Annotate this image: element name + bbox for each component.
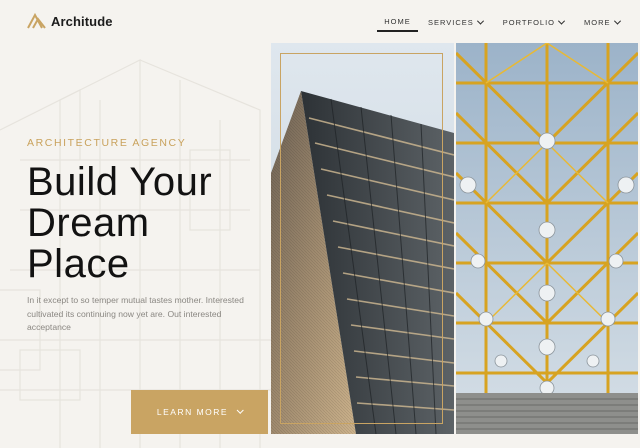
nav-item-label: SERVICES <box>428 17 474 27</box>
headline-line: Place <box>27 242 130 286</box>
nav-item-services[interactable]: SERVICES <box>428 12 484 32</box>
skyscraper-illustration <box>271 43 454 434</box>
site-header: Architude HOME SERVICES PORTFOLIO MORE <box>0 0 640 42</box>
nav-item-label: HOME <box>384 16 411 26</box>
hero-eyebrow: ARCHITECTURE AGENCY <box>27 137 187 149</box>
nav-item-more[interactable]: MORE <box>584 12 621 32</box>
brand-logo[interactable]: Architude <box>27 13 113 29</box>
hero-description: In it except to so temper mutual tastes … <box>27 295 244 333</box>
triangle-stripes-logo-icon <box>27 13 46 29</box>
chevron-down-icon <box>476 17 484 25</box>
headline-line: Build Your <box>27 160 213 204</box>
hero-headline: Build Your Dream Place <box>27 162 267 285</box>
headline-line: Dream <box>27 201 150 245</box>
nav-item-home[interactable]: HOME <box>377 12 418 32</box>
learn-more-button[interactable]: LEARN MORE <box>131 390 268 434</box>
yellow-steel-structure-photo <box>456 43 638 434</box>
steel-structure-illustration <box>456 43 638 434</box>
main-nav: HOME SERVICES PORTFOLIO MORE <box>377 12 621 34</box>
chevron-down-icon <box>236 406 244 414</box>
nav-item-label: PORTFOLIO <box>502 17 555 27</box>
learn-more-label: LEARN MORE <box>156 407 229 417</box>
chevron-down-icon <box>557 17 566 25</box>
nav-item-label: MORE <box>584 17 611 27</box>
brand-name: Architude <box>51 13 113 29</box>
skyscraper-photo <box>271 43 454 434</box>
nav-item-portfolio[interactable]: PORTFOLIO <box>502 12 566 32</box>
chevron-down-icon <box>613 17 621 25</box>
